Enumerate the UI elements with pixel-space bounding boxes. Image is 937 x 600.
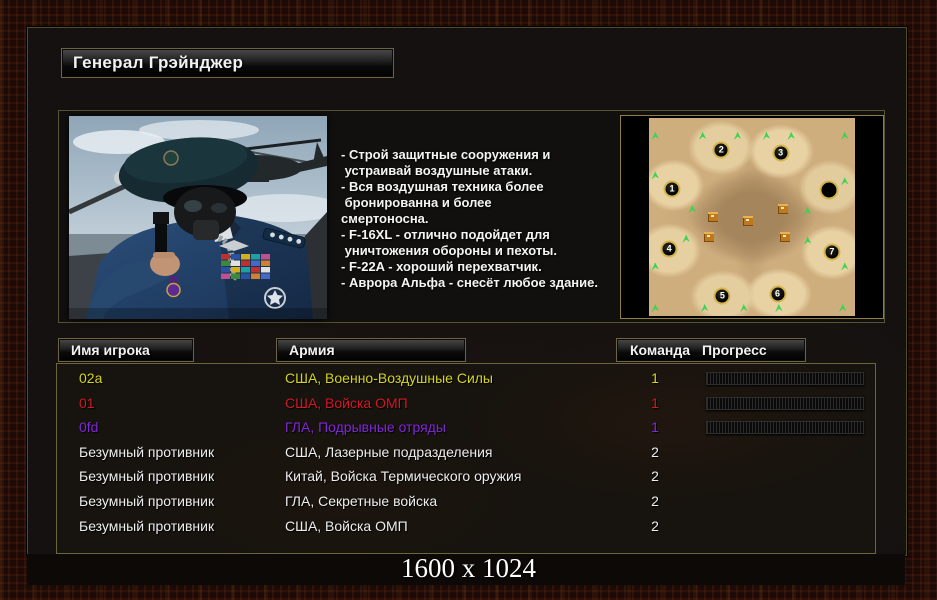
general-description: - Строй защитные сооружения и устраивай … — [341, 147, 631, 291]
description-line: бронированна и более — [341, 195, 631, 211]
player-army-cell: США, Войска ОМП — [285, 395, 408, 411]
player-name-cell: 02a — [79, 370, 102, 386]
map-green-marker — [734, 132, 741, 140]
map-green-marker — [652, 132, 659, 140]
map-green-marker — [652, 171, 659, 179]
header-progress-label: Прогресс — [702, 342, 767, 358]
player-name-cell: Безумный противник — [79, 493, 214, 509]
player-name-cell: Безумный противник — [79, 444, 214, 460]
player-team-cell: 2 — [643, 468, 667, 484]
header-team-label: Команда — [630, 342, 690, 358]
general-portrait — [69, 116, 327, 319]
resolution-label: 1600 x 1024 — [0, 552, 937, 584]
main-panel: Генерал Грэйнджер — [27, 27, 907, 556]
player-list: 02a США, Военно-Воздушные Силы 1 01 США, Вой… — [56, 363, 876, 554]
map-preview: 1 2 3 4 5 6 7 — [620, 115, 884, 319]
map-green-marker — [841, 177, 848, 185]
table-row: Безумный противник США, Войска ОМП 2 — [57, 515, 875, 539]
map-green-marker — [788, 132, 795, 140]
description-line: уничтожения обороны и пехоты. — [341, 243, 631, 259]
description-line: смертоносна. — [341, 211, 631, 227]
general-title: Генерал Грэйнджер — [61, 48, 394, 78]
map-green-marker — [683, 235, 690, 243]
player-army-cell: США, Лазерные подразделения — [285, 444, 493, 460]
map-green-marker — [740, 304, 747, 312]
player-name-cell: Безумный противник — [79, 468, 214, 484]
player-team-cell: 1 — [643, 395, 667, 411]
header-player-name-button[interactable]: Имя игрока — [58, 338, 194, 362]
description-line: - Вся воздушная техника более — [341, 179, 631, 195]
player-army-cell: США, Военно-Воздушные Силы — [285, 370, 493, 386]
map-green-marker — [841, 263, 848, 271]
map-start-position-empty — [819, 181, 838, 200]
map-structure-marker — [704, 232, 714, 242]
map-structure-marker — [743, 216, 753, 226]
description-line: - F-16XL - отлично подойдет для — [341, 227, 631, 243]
player-team-cell: 1 — [643, 370, 667, 386]
map-green-marker — [775, 304, 782, 312]
table-row: Безумный противник ГЛА, Секретные войска 2 — [57, 490, 875, 514]
map-start-position-6: 6 — [769, 286, 786, 303]
header-team-progress-button[interactable]: Команда Прогресс — [616, 338, 806, 362]
description-line: - F-22A - хороший перехватчик. — [341, 259, 631, 275]
map-terrain: 1 2 3 4 5 6 7 — [649, 118, 855, 316]
player-army-cell: Китай, Войска Термического оружия — [285, 468, 521, 484]
map-green-marker — [701, 304, 708, 312]
player-team-cell: 2 — [643, 493, 667, 509]
player-army-cell: ГЛА, Подрывные отряды — [285, 419, 446, 435]
player-progress-bar — [706, 421, 864, 434]
map-green-marker — [839, 304, 846, 312]
table-row: 01 США, Войска ОМП 1 — [57, 392, 875, 416]
table-row: 02a США, Военно-Воздушные Силы 1 — [57, 367, 875, 391]
map-green-marker — [689, 205, 696, 213]
player-team-cell: 2 — [643, 518, 667, 534]
player-army-cell: США, Войска ОМП — [285, 518, 408, 534]
table-row: 0fd ГЛА, Подрывные отряды 1 — [57, 416, 875, 440]
table-row: Безумный противник Китай, Войска Термичес… — [57, 465, 875, 489]
map-green-marker — [699, 132, 706, 140]
map-structure-marker — [778, 204, 788, 214]
player-name-cell: 0fd — [79, 419, 98, 435]
description-line: - Строй защитные сооружения и — [341, 147, 631, 163]
player-progress-bar — [706, 372, 864, 385]
player-name-cell: 01 — [79, 395, 95, 411]
map-structure-marker — [708, 212, 718, 222]
player-progress-bar — [706, 397, 864, 410]
player-name-cell: Безумный противник — [79, 518, 214, 534]
map-green-marker — [804, 237, 811, 245]
map-structure-marker — [780, 232, 790, 242]
map-start-position-5: 5 — [714, 288, 731, 305]
table-row: Безумный противник США, Лазерные подразде… — [57, 441, 875, 465]
map-green-marker — [804, 207, 811, 215]
player-team-cell: 1 — [643, 419, 667, 435]
player-team-cell: 2 — [643, 444, 667, 460]
header-army-button[interactable]: Армия — [276, 338, 466, 362]
map-green-marker — [763, 132, 770, 140]
map-start-position-3: 3 — [772, 145, 789, 162]
general-info-panel: - Строй защитные сооружения и устраивай … — [58, 110, 885, 323]
player-army-cell: ГЛА, Секретные войска — [285, 493, 437, 509]
map-start-position-2: 2 — [713, 142, 730, 159]
game-lobby-screen: { "general": { "title": "Генерал Грэйндж… — [0, 0, 937, 600]
description-line: устраивай воздушные атаки. — [341, 163, 631, 179]
map-start-position-1: 1 — [664, 181, 681, 198]
general-portrait-illustration — [69, 116, 327, 319]
map-green-marker — [652, 304, 659, 312]
map-green-marker — [652, 263, 659, 271]
description-line: - Аврора Альфа - снесёт любое здание. — [341, 275, 631, 291]
map-green-marker — [841, 132, 848, 140]
map-start-position-4: 4 — [661, 241, 678, 258]
map-start-position-7: 7 — [823, 244, 840, 261]
